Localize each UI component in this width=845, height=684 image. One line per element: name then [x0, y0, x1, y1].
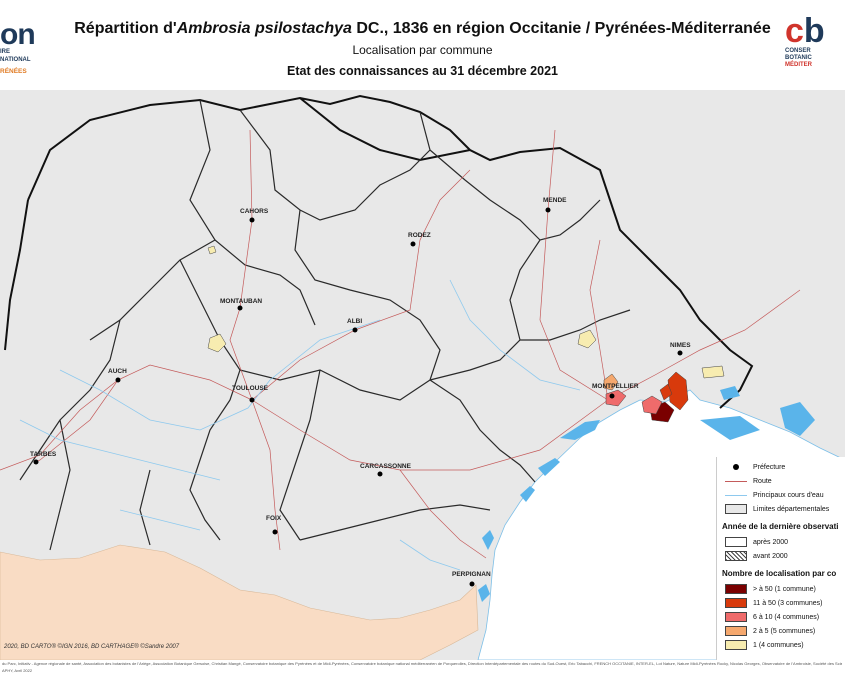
city-label-montpellier: MONTPELLIER: [592, 383, 639, 390]
legend-road-label: Route: [753, 477, 772, 485]
after-2000-symbol: [725, 537, 747, 547]
logo-right-c: c: [785, 12, 804, 50]
legend-class-gt50: > à 50 (1 commune): [725, 583, 816, 595]
prefecture-dot: [352, 327, 358, 333]
prefecture-dot: [272, 529, 278, 535]
legend-class-1-label: 1 (4 communes): [753, 641, 804, 649]
title-species: Ambrosia psilostachya: [176, 20, 352, 37]
logo-right-line2: BOTANIC: [785, 55, 812, 61]
department-symbol: [725, 504, 747, 514]
legend-prefecture: Préfecture: [725, 461, 785, 473]
prefecture-dot: [377, 471, 383, 477]
class-11-50-swatch: [725, 598, 747, 608]
legend-class-6-10: 6 à 10 (4 communes): [725, 611, 819, 623]
logo-right-mark: cb: [785, 14, 845, 48]
legend-road: Route: [725, 475, 772, 487]
legend-class-6-10-label: 6 à 10 (4 communes): [753, 613, 820, 621]
logo-right-region: MÉDITER: [785, 62, 812, 68]
header: on IRE NATIONAL RÉNÉES Répartition d'Amb…: [0, 0, 845, 90]
legend-prefecture-label: Préfecture: [753, 463, 786, 471]
commune-class-1: [701, 365, 725, 379]
before-2000-symbol: [725, 551, 747, 561]
legend-rivers-label: Principaux cours d'eau: [753, 491, 824, 499]
road-symbol: [725, 476, 747, 486]
logo-right-b: b: [803, 12, 825, 50]
map-title: Répartition d'Ambrosia psilostachya DC.,…: [0, 20, 845, 38]
logo-left-line2: NATIONAL: [0, 57, 31, 63]
footer: 2020, BD CARTO® ©IGN 2016, BD CARTHAGE® …: [0, 644, 845, 684]
prefecture-dot: [469, 581, 475, 587]
class-2-5-swatch: [725, 626, 747, 636]
prefecture-dot: [33, 459, 39, 465]
prefecture-dot: [609, 393, 615, 399]
legend-before-2000-label: avant 2000: [753, 552, 788, 560]
prefecture-dot: [249, 217, 255, 223]
legend-count-title: Nombre de localisation par co: [722, 569, 837, 578]
prefecture-dot: [677, 350, 683, 356]
city-label-montauban: MONTAUBAN: [220, 298, 262, 305]
legend-after-2000: après 2000: [725, 536, 788, 548]
legend-class-11-50-label: 11 à 50 (3 communes): [753, 599, 823, 607]
title-prefix: Répartition d': [74, 20, 177, 37]
city-label-auch: AUCH: [108, 368, 127, 375]
city-label-albi: ALBI: [347, 318, 362, 325]
legend-class-1: 1 (4 communes): [725, 639, 804, 651]
class-1-swatch: [725, 640, 747, 650]
legend-class-2-5: 2 à 5 (5 communes): [725, 625, 815, 637]
legend-rivers: Principaux cours d'eau: [725, 489, 824, 501]
prefecture-dot: [237, 305, 243, 311]
map-date: Etat des connaissances au 31 décembre 20…: [287, 64, 558, 78]
city-label-perpignan: PERPIGNAN: [452, 571, 491, 578]
prefecture-dot: [249, 397, 255, 403]
city-label-tarbes: TARBES: [30, 451, 57, 458]
prefecture-dot: [410, 241, 416, 247]
prefecture-dot: [115, 377, 121, 383]
city-label-toulouse: TOULOUSE: [232, 385, 269, 392]
city-label-foix: FOIX: [266, 515, 282, 522]
city-label-nimes: NIMES: [670, 342, 691, 349]
legend-class-11-50: 11 à 50 (3 communes): [725, 597, 823, 609]
legend-class-2-5-label: 2 à 5 (5 communes): [753, 627, 816, 635]
credits-text: du Parc, Initiativ - Agence régionale de…: [2, 661, 842, 666]
copyright-text: 2020, BD CARTO® ©IGN 2016, BD CARTHAGE® …: [4, 644, 180, 650]
city-label-carcassonne: CARCASSONNE: [360, 463, 412, 470]
legend-before-2000: avant 2000: [725, 550, 788, 562]
legend-after-2000-label: après 2000: [753, 538, 789, 546]
city-label-cahors: CAHORS: [240, 208, 269, 215]
cbn-logo-right: cb CONSER BOTANIC MÉDITER: [785, 14, 845, 69]
map-subtitle: Localisation par commune: [352, 43, 493, 57]
legend-departments: Limites départementales: [725, 503, 829, 515]
class-gt50-swatch: [725, 584, 747, 594]
credits-date: APHY, Avril 2022: [2, 668, 33, 673]
legend-departments-label: Limites départementales: [753, 505, 830, 513]
prefecture-symbol: [725, 462, 747, 472]
legend-year-title: Année de la dernière observati: [722, 522, 839, 531]
city-label-mende: MENDE: [543, 197, 567, 204]
class-6-10-swatch: [725, 612, 747, 622]
map-legend: Préfecture Route Principaux cours d'eau …: [716, 457, 845, 660]
title-suffix: DC., 1836 en région Occitanie / Pyrénées…: [351, 20, 771, 37]
city-label-rodez: RODEZ: [408, 232, 431, 239]
river-symbol: [725, 490, 747, 500]
legend-class-gt50-label: > à 50 (1 commune): [753, 585, 816, 593]
prefecture-dot: [545, 207, 551, 213]
